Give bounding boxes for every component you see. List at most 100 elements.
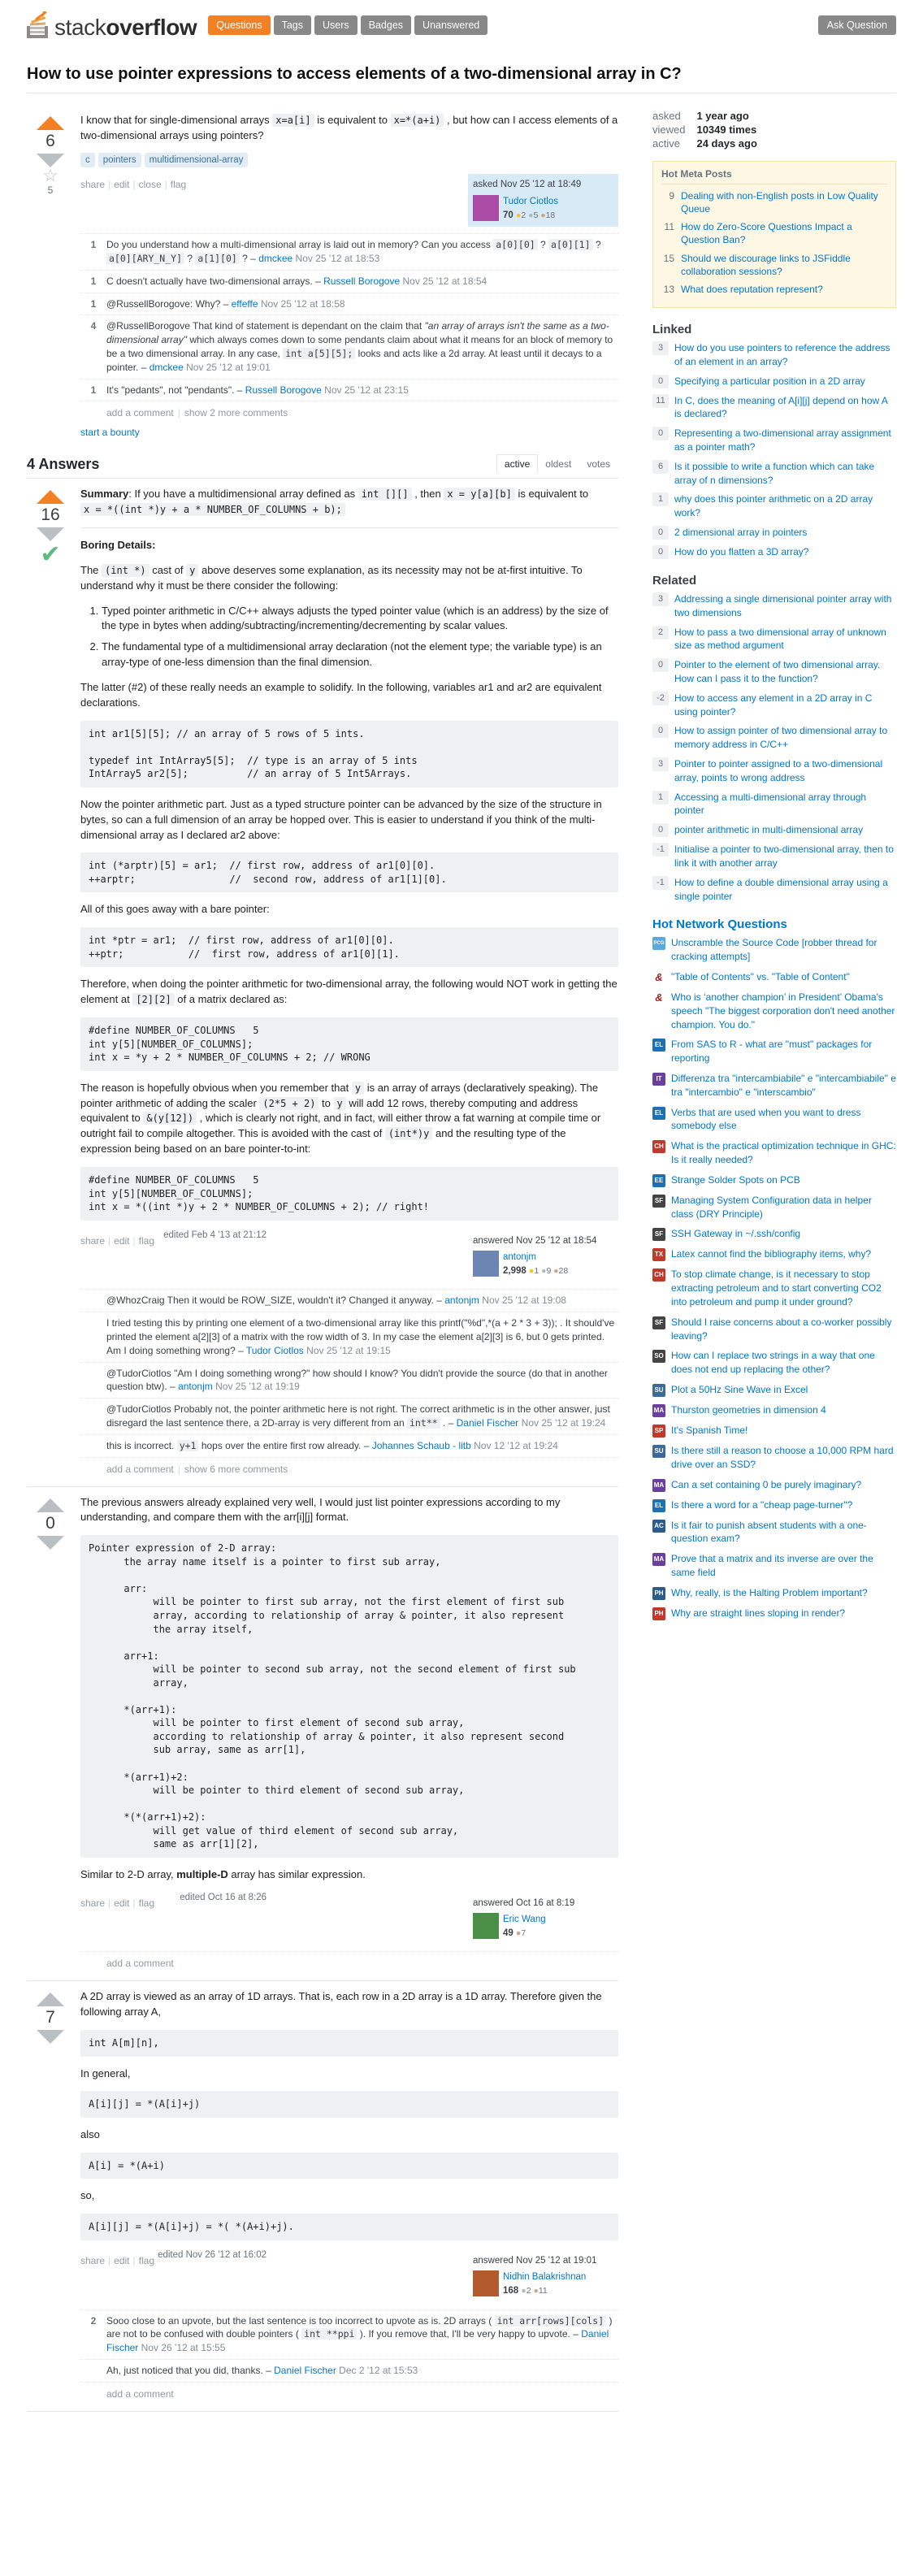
comment-author[interactable]: Daniel Fischer <box>274 2365 336 2376</box>
edit-link[interactable]: edit <box>114 1897 129 1909</box>
hot-network-link[interactable]: "Table of Contents" vs. "Table of Conten… <box>671 970 850 984</box>
upvote-icon[interactable] <box>37 1993 64 2007</box>
downvote-icon[interactable] <box>37 2030 64 2045</box>
author-name[interactable]: antonjm <box>503 1252 536 1262</box>
hot-network-link[interactable]: Verbs that are used when you want to dre… <box>671 1106 896 1134</box>
related-link[interactable]: How to define a double dimensional array… <box>674 876 896 904</box>
tab-votes[interactable]: votes <box>578 454 618 473</box>
related-link[interactable]: How to pass a two dimensional array of u… <box>674 626 896 653</box>
hot-network-link[interactable]: Can a set containing 0 be purely imagina… <box>671 1478 861 1492</box>
flag-link[interactable]: flag <box>171 179 186 190</box>
hot-meta-link[interactable]: What does reputation represent? <box>681 283 823 296</box>
author-name[interactable]: Nidhin Balakrishnan <box>503 2272 586 2282</box>
related-link[interactable]: pointer arithmetic in multi-dimensional … <box>674 823 863 837</box>
nav-unanswered[interactable]: Unanswered <box>414 15 488 36</box>
comment-author[interactable]: effeffe <box>232 298 258 310</box>
start-bounty-link[interactable]: start a bounty <box>80 427 140 438</box>
related-link[interactable]: Pointer to the element of two dimensiona… <box>674 658 896 686</box>
hot-network-link[interactable]: Differenza tra "intercambiabile" e "inte… <box>671 1072 896 1099</box>
hot-network-link[interactable]: Why, really, is the Halting Problem impo… <box>671 1586 868 1600</box>
nav-users[interactable]: Users <box>314 15 358 36</box>
comment-author[interactable]: Tudor Ciotlos <box>246 1345 304 1356</box>
answer1-edited[interactable]: edited Feb 4 '13 at 21:12 <box>154 1230 276 1240</box>
tab-active[interactable]: active <box>496 454 539 474</box>
hot-network-link[interactable]: Unscramble the Source Code [robber threa… <box>671 936 896 964</box>
comment-author[interactable]: Daniel Fischer <box>457 1417 519 1429</box>
hot-network-link[interactable]: Latex cannot find the bibliography items… <box>671 1247 871 1261</box>
share-link[interactable]: share <box>80 2255 105 2266</box>
hot-network-link[interactable]: Who is ‘another champion’ in President’ … <box>671 991 896 1031</box>
hot-network-link[interactable]: How can I replace two strings in a way t… <box>671 1349 896 1377</box>
downvote-icon[interactable] <box>37 153 64 167</box>
related-link[interactable]: Pointer to pointer assigned to a two-dim… <box>674 757 896 785</box>
nav-questions[interactable]: Questions <box>208 15 271 36</box>
hot-network-link[interactable]: Strange Solder Spots on PCB <box>671 1173 800 1187</box>
share-link[interactable]: share <box>80 1235 105 1247</box>
hot-network-link[interactable]: Why are straight lines sloping in render… <box>671 1607 845 1620</box>
nav-badges[interactable]: Badges <box>360 15 412 36</box>
hot-network-link[interactable]: From SAS to R - what are "must" packages… <box>671 1038 896 1065</box>
linked-link[interactable]: Is it possible to write a function which… <box>674 460 896 488</box>
hot-network-link[interactable]: To stop climate change, is it necessary … <box>671 1268 896 1308</box>
linked-link[interactable]: Representing a two-dimensional array ass… <box>674 427 896 454</box>
hot-network-link[interactable]: Is there a word for a "cheap page-turner… <box>671 1498 852 1512</box>
flag-link[interactable]: flag <box>139 1235 154 1247</box>
nav-tags[interactable]: Tags <box>273 15 311 36</box>
linked-link[interactable]: why does this pointer arithmetic on a 2D… <box>674 492 896 520</box>
comment-author[interactable]: dmckee <box>258 253 292 264</box>
linked-link[interactable]: How do you use pointers to reference the… <box>674 341 896 369</box>
linked-link[interactable]: How do you flatten a 3D array? <box>674 545 808 559</box>
avatar[interactable] <box>473 2270 499 2297</box>
edit-link[interactable]: edit <box>114 179 129 190</box>
hot-network-link[interactable]: Is there still a reason to choose a 10,0… <box>671 1444 896 1472</box>
linked-link[interactable]: 2 dimensional array in pointers <box>674 526 807 540</box>
ask-question-button[interactable]: Ask Question <box>817 15 896 35</box>
comment-author[interactable]: Russell Borogove <box>245 384 322 396</box>
favorite-star-icon[interactable]: ☆ <box>27 167 74 184</box>
author-name[interactable]: Tudor Ciotlos <box>503 197 558 206</box>
tag-multidimensional-array[interactable]: multidimensional-array <box>144 153 249 168</box>
hot-network-link[interactable]: It's Spanish Time! <box>671 1424 748 1438</box>
edit-link[interactable]: edit <box>114 1235 129 1247</box>
author-name[interactable]: Eric Wang <box>503 1915 546 1924</box>
hot-network-link[interactable]: Should I raise concerns about a co-worke… <box>671 1316 896 1343</box>
linked-link[interactable]: Specifying a particular position in a 2D… <box>674 375 865 388</box>
hot-network-link[interactable]: SSH Gateway in ~/.ssh/config <box>671 1227 800 1241</box>
hot-meta-link[interactable]: How do Zero-Score Questions Impact a Que… <box>681 220 887 246</box>
site-logo[interactable]: stackoverflow <box>27 7 197 39</box>
flag-link[interactable]: flag <box>139 1897 154 1909</box>
hot-network-link[interactable]: What is the practical optimization techn… <box>671 1139 896 1167</box>
add-comment-link[interactable]: add a comment <box>106 2388 174 2400</box>
add-comment-link[interactable]: add a comment <box>106 407 174 418</box>
comment-author[interactable]: dmckee <box>150 362 184 373</box>
downvote-icon[interactable] <box>37 527 64 542</box>
downvote-icon[interactable] <box>37 1535 64 1550</box>
avatar[interactable] <box>473 1250 499 1277</box>
hot-meta-link[interactable]: Should we discourage links to JSFiddle c… <box>681 252 887 278</box>
add-comment-link[interactable]: add a comment <box>106 1464 174 1475</box>
add-comment-link[interactable]: add a comment <box>106 1958 174 1969</box>
answer3-edited[interactable]: edited Nov 26 '12 at 16:02 <box>154 2250 276 2260</box>
linked-link[interactable]: In C, does the meaning of A[i][j] depend… <box>674 394 896 422</box>
avatar[interactable] <box>473 194 499 221</box>
tag-c[interactable]: c <box>80 153 95 168</box>
edit-link[interactable]: edit <box>114 2255 129 2266</box>
tab-oldest[interactable]: oldest <box>537 454 579 473</box>
avatar[interactable] <box>473 1912 499 1939</box>
close-link[interactable]: close <box>139 179 162 190</box>
hot-network-link[interactable]: Thurston geometries in dimension 4 <box>671 1403 826 1417</box>
show-more-comments-link[interactable]: show 6 more comments <box>184 1464 288 1475</box>
comment-author[interactable]: antonjm <box>444 1295 479 1306</box>
share-link[interactable]: share <box>80 179 105 190</box>
share-link[interactable]: share <box>80 1897 105 1909</box>
tag-pointers[interactable]: pointers <box>98 153 141 168</box>
related-link[interactable]: How to access any element in a 2D array … <box>674 692 896 719</box>
related-link[interactable]: Accessing a multi-dimensional array thro… <box>674 791 896 818</box>
hot-network-link[interactable]: Plot a 50Hz Sine Wave in Excel <box>671 1383 808 1397</box>
upvote-icon[interactable] <box>37 490 64 505</box>
flag-link[interactable]: flag <box>139 2255 154 2266</box>
upvote-icon[interactable] <box>37 1498 64 1512</box>
upvote-icon[interactable] <box>37 115 64 130</box>
comment-author[interactable]: Johannes Schaub - litb <box>372 1440 471 1451</box>
answer2-edited[interactable]: edited Oct 16 at 8:26 <box>154 1893 276 1902</box>
